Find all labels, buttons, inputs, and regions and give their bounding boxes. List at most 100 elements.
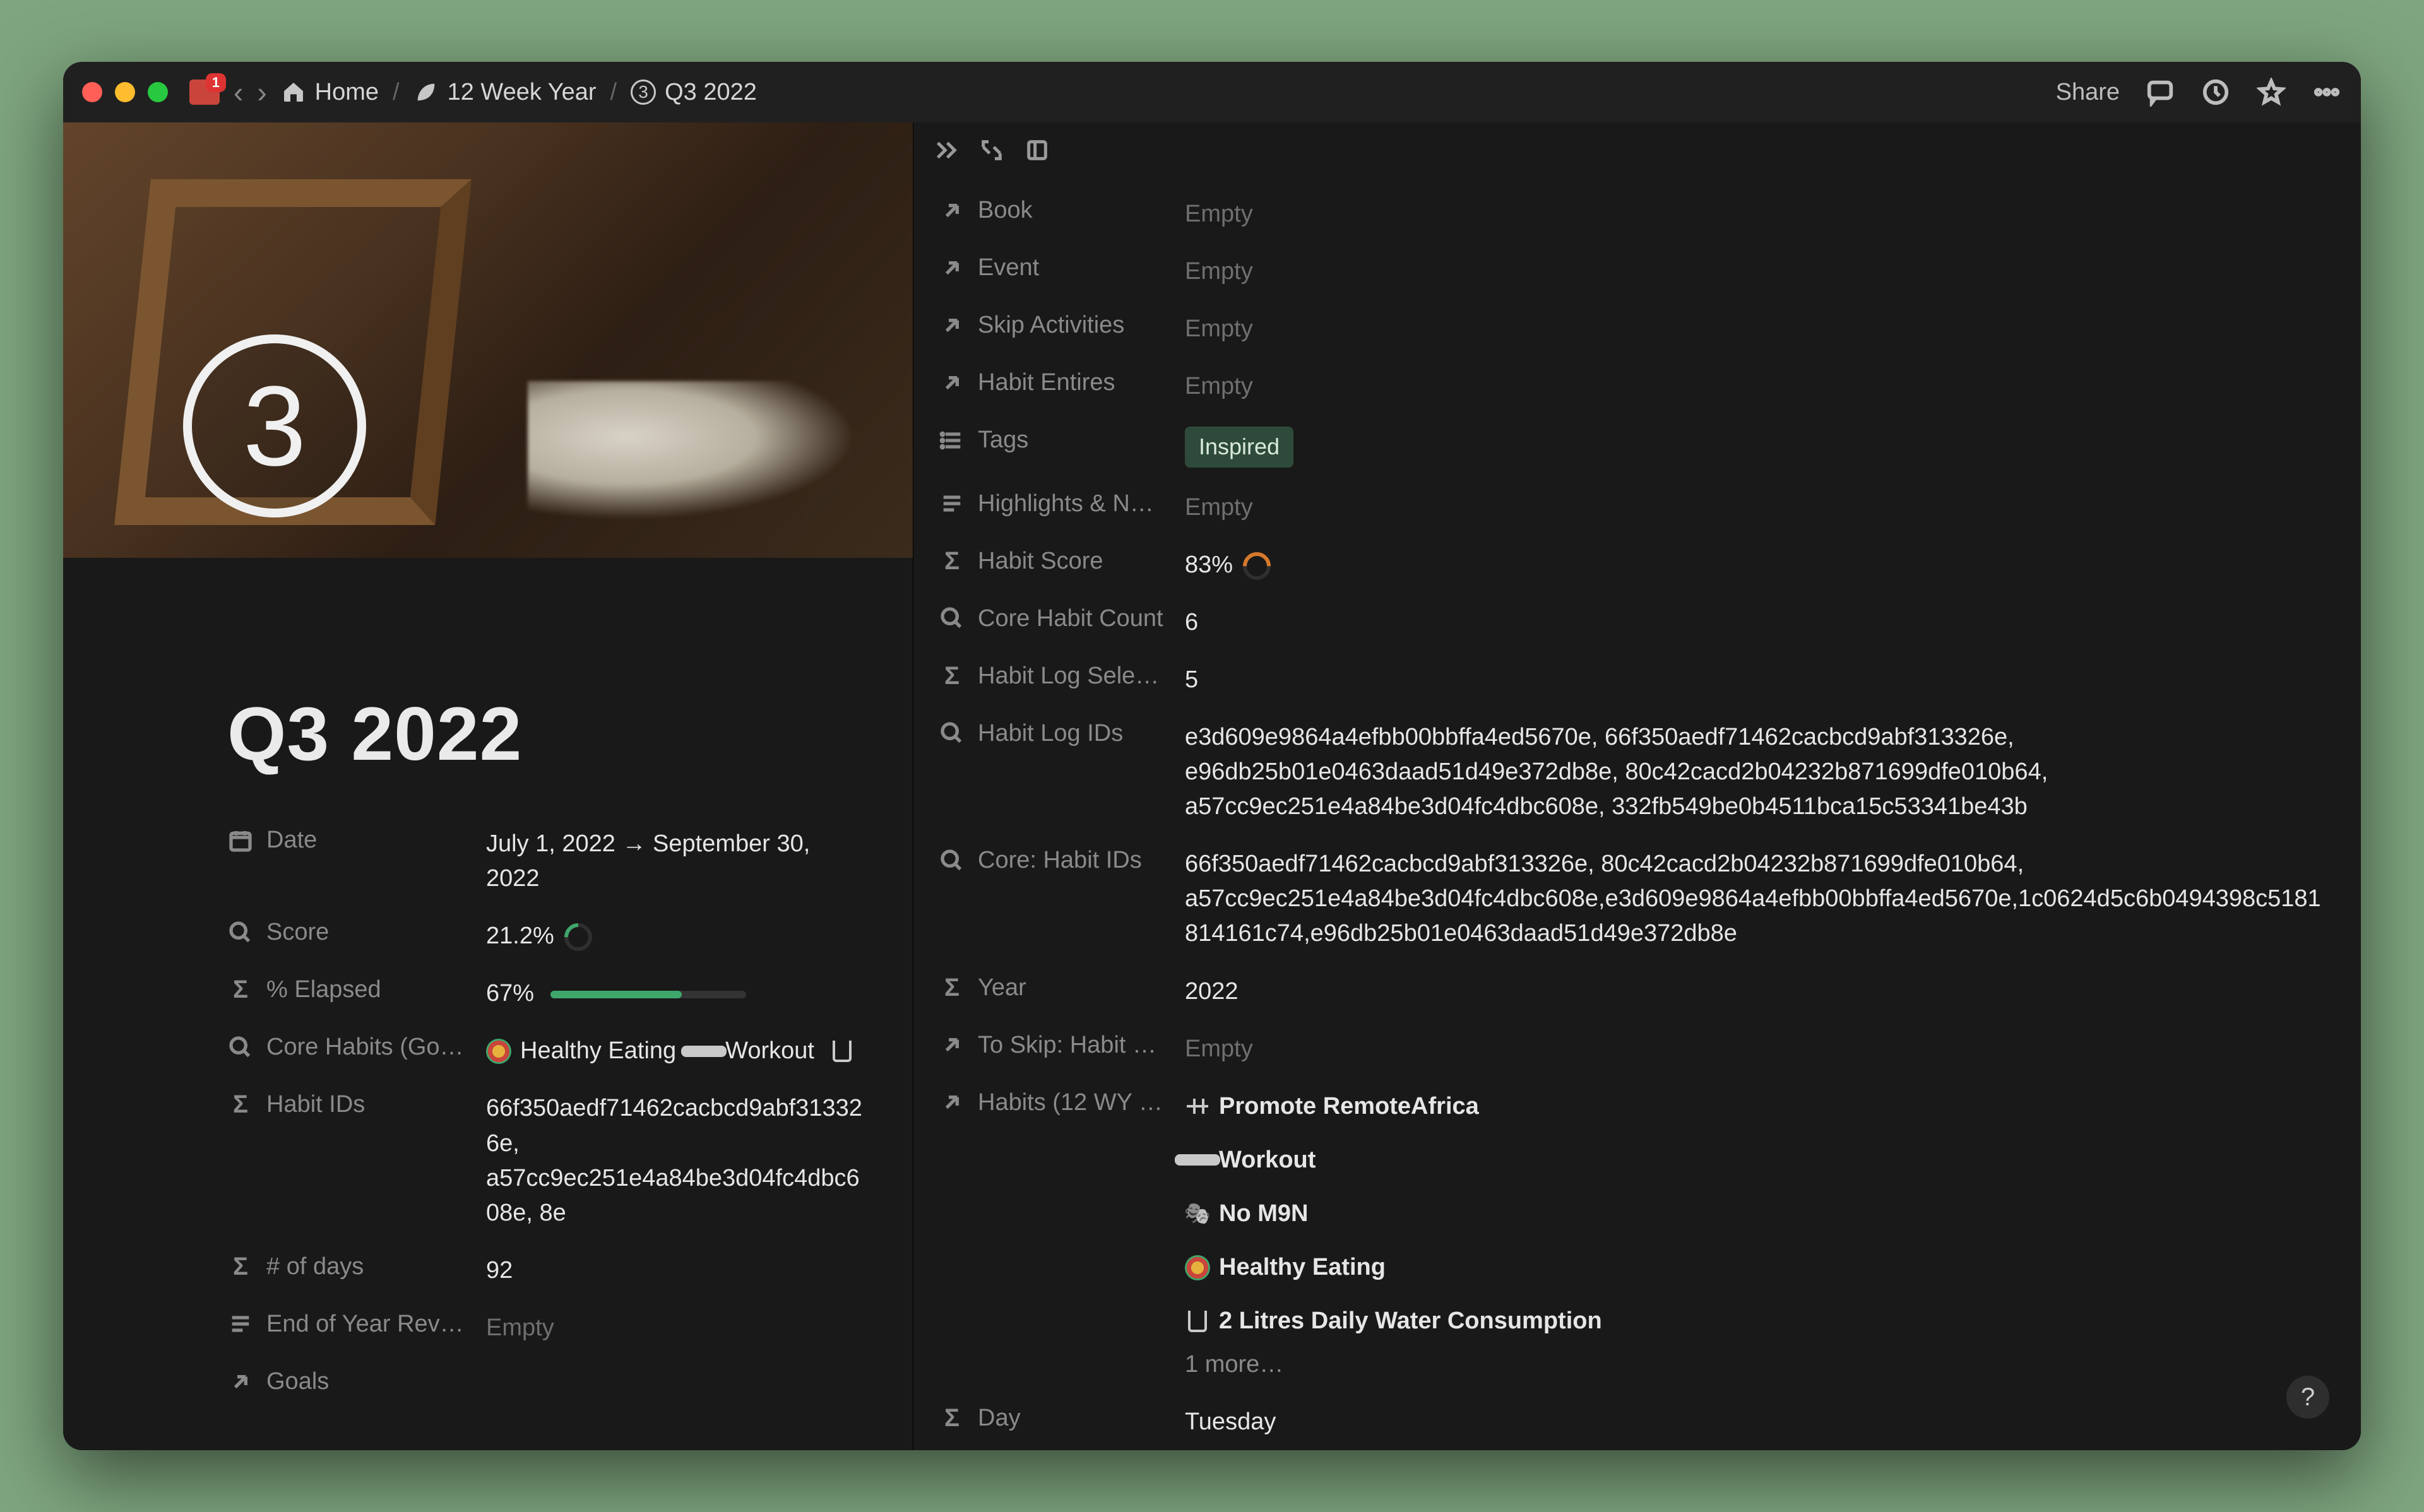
prop-habits-goals[interactable]: Habits (12 WY Go… Promote RemoteAfricaWo… <box>939 1078 2323 1394</box>
mask-icon <box>1185 1201 1210 1226</box>
breadcrumb-level2-label: Q3 2022 <box>665 79 757 106</box>
habit-chip[interactable]: Healthy Eating <box>486 1034 676 1068</box>
list-icon <box>939 427 965 454</box>
prop-highlights[interactable]: Highlights & Notes Empty <box>939 479 2323 536</box>
relation-icon <box>939 1032 965 1058</box>
relation-icon <box>939 312 965 339</box>
prop-logids-label: Habit Log IDs <box>978 720 1123 747</box>
close-window-button[interactable] <box>82 82 102 102</box>
share-button[interactable]: Share <box>2056 79 2120 106</box>
prop-numdays[interactable]: # of days 92 <box>227 1242 862 1299</box>
habit-item-label: Healthy Eating <box>1219 1250 1386 1285</box>
search-icon <box>939 720 965 747</box>
open-as-page-icon[interactable] <box>1023 136 1051 164</box>
habit-item[interactable]: 2 Litres Daily Water Consumption <box>1185 1304 2323 1338</box>
topbar-actions: Share <box>2056 77 2342 107</box>
prop-elapsed[interactable]: % Elapsed 67% <box>227 965 862 1022</box>
page-icon[interactable]: 3 <box>183 334 366 517</box>
prop-habitentries[interactable]: Habit Entires Empty <box>939 358 2323 415</box>
search-icon <box>939 848 965 874</box>
prop-habitscore[interactable]: Habit Score 83% <box>939 536 2323 594</box>
search-icon <box>939 605 965 632</box>
prop-coreids-label: Core: Habit IDs <box>978 847 1142 874</box>
search-icon <box>227 919 254 946</box>
sidebar-toggle-icon[interactable]: 1 <box>189 80 220 105</box>
prop-skipact[interactable]: Skip Activities Empty <box>939 300 2323 358</box>
relation-icon <box>939 255 965 281</box>
prop-coreids[interactable]: Core: Habit IDs 66f350aedf71462cacbcd9ab… <box>939 836 2323 962</box>
relation-icon <box>939 1089 965 1116</box>
habit-item[interactable]: Healthy Eating <box>1185 1250 2323 1285</box>
prop-logselected[interactable]: Habit Log Selected 5 <box>939 651 2323 709</box>
comments-icon[interactable] <box>2145 77 2175 107</box>
breadcrumb-home[interactable]: Home <box>281 79 379 106</box>
prop-corecount[interactable]: Core Habit Count 6 <box>939 594 2323 651</box>
minimize-window-button[interactable] <box>115 82 135 102</box>
expand-icon[interactable] <box>978 136 1006 164</box>
nav-forward-button[interactable]: › <box>257 75 266 109</box>
habit-item-label: Workout <box>1219 1143 1316 1178</box>
favorite-icon[interactable] <box>2256 77 2286 107</box>
pulse-icon <box>1185 1094 1210 1119</box>
habit-chip[interactable] <box>829 1034 855 1068</box>
coreids-value: 66f350aedf71462cacbcd9abf313326e, 80c42c… <box>1185 847 2323 951</box>
habit-item-label: Promote RemoteAfrica <box>1219 1089 1479 1124</box>
page-cover[interactable] <box>63 122 913 558</box>
prop-toskip[interactable]: To Skip: Habit Log Empty <box>939 1020 2323 1078</box>
habitids-value: 66f350aedf71462cacbcd9abf313326e, a57cc9… <box>486 1091 862 1230</box>
left-pane: 3 Q3 2022 Date July 1, 2022 → September … <box>63 122 913 1450</box>
prop-core-habits[interactable]: Core Habits (Goa… Healthy EatingWorkout <box>227 1022 862 1080</box>
sigma-icon <box>227 1253 254 1280</box>
prop-elapsed-label: % Elapsed <box>266 976 381 1003</box>
help-button[interactable]: ? <box>2286 1376 2329 1419</box>
page-title[interactable]: Q3 2022 <box>227 690 862 777</box>
page-icon-number: 3 <box>243 361 306 492</box>
prop-goals[interactable]: Goals <box>227 1357 862 1412</box>
sigma-icon <box>939 1405 965 1432</box>
prop-day[interactable]: Day Tuesday <box>939 1393 2323 1450</box>
close-peek-icon[interactable] <box>932 136 960 164</box>
prop-date-label: Date <box>266 827 317 854</box>
habit-item[interactable]: Workout <box>1185 1143 2323 1178</box>
more-icon[interactable] <box>2312 77 2342 107</box>
prop-toskip-label: To Skip: Habit Log <box>978 1032 1166 1059</box>
prop-book-label: Book <box>978 197 1033 224</box>
dumb-icon <box>691 1039 716 1064</box>
prop-habitentries-label: Habit Entires <box>978 369 1115 396</box>
prop-habit-ids[interactable]: Habit IDs 66f350aedf71462cacbcd9abf31332… <box>227 1080 862 1241</box>
prop-highlights-label: Highlights & Notes <box>978 490 1166 517</box>
circled-number-icon: 3 <box>631 80 656 105</box>
logids-value: e3d609e9864a4efbb00bbffa4ed5670e, 66f350… <box>1185 720 2323 824</box>
elapsed-value: 67% <box>486 980 534 1007</box>
habit-item-label: 2 Litres Daily Water Consumption <box>1219 1304 1602 1338</box>
nav-back-button[interactable]: ‹ <box>234 75 243 109</box>
fullscreen-window-button[interactable] <box>148 82 168 102</box>
habit-item[interactable]: Promote RemoteAfrica <box>1185 1089 2323 1124</box>
prop-score[interactable]: Score 21.2% <box>227 907 862 965</box>
relation-icon <box>227 1369 254 1395</box>
breadcrumb-sep: / <box>610 79 617 106</box>
calendar-icon <box>227 827 254 854</box>
prop-year[interactable]: Year 2022 <box>939 963 2323 1020</box>
breadcrumb-level2[interactable]: 3 Q3 2022 <box>631 79 757 106</box>
prop-book[interactable]: Book Empty <box>939 186 2323 243</box>
updates-icon[interactable] <box>2201 77 2231 107</box>
prop-event[interactable]: Event Empty <box>939 243 2323 300</box>
habit-item[interactable]: No M9N <box>1185 1196 2323 1231</box>
tag-inspired[interactable]: Inspired <box>1185 427 1293 467</box>
prop-goals-label: Goals <box>266 1368 329 1395</box>
habit-chip[interactable]: Workout <box>691 1034 814 1068</box>
habit-chip-label: Workout <box>725 1034 814 1068</box>
breadcrumb-level1[interactable]: 12 Week Year <box>413 79 597 106</box>
salad-icon <box>486 1039 511 1064</box>
prop-habitentries-value: Empty <box>1185 369 2323 404</box>
habits-more-link[interactable]: 1 more… <box>1185 1347 2323 1382</box>
core-habits-value: Healthy Eating Workout <box>486 1034 862 1068</box>
prop-tags[interactable]: Tags Inspired <box>939 415 2323 478</box>
prop-habitscore-label: Habit Score <box>978 548 1103 575</box>
prop-logids[interactable]: Habit Log IDs e3d609e9864a4efbb00bbffa4e… <box>939 709 2323 836</box>
prop-date[interactable]: Date July 1, 2022 → September 30, 2022 <box>227 815 862 907</box>
prop-event-value: Empty <box>1185 254 2323 289</box>
prop-eoy[interactable]: End of Year Revie… Empty <box>227 1299 862 1357</box>
habits-list: Promote RemoteAfrica Workout No M9N Healthy… <box>1185 1089 2323 1338</box>
